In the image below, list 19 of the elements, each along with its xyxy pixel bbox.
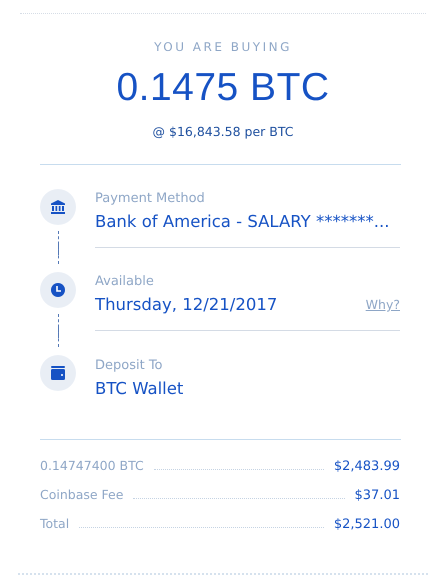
field-label: Deposit To (95, 358, 164, 373)
field-value: Bank of America - SALARY *******... (95, 212, 390, 231)
line-item-amount: $2,521.00 (334, 517, 400, 532)
line-item-label: 0.14747400 BTC (40, 458, 144, 473)
line-item-label: Total (40, 516, 70, 531)
buy-amount: 0.1475 BTC (116, 66, 330, 110)
line-item-label: Coinbase Fee (40, 487, 124, 502)
exchange-rate: @ $16,843.58 per BTC (152, 124, 294, 139)
field-label: Payment Method (95, 191, 206, 206)
wallet-icon (40, 355, 76, 391)
field-value: Thursday, 12/21/2017 (95, 295, 278, 314)
field-label: Available (95, 274, 155, 289)
clock-icon (40, 272, 76, 308)
field-value: BTC Wallet (95, 379, 184, 398)
line-item-amount: $2,483.99 (334, 459, 400, 474)
section-title: YOU ARE BUYING (154, 40, 292, 54)
why-link[interactable]: Why? (366, 297, 400, 312)
line-item-amount: $37.01 (354, 488, 400, 503)
bank-icon (40, 189, 76, 225)
